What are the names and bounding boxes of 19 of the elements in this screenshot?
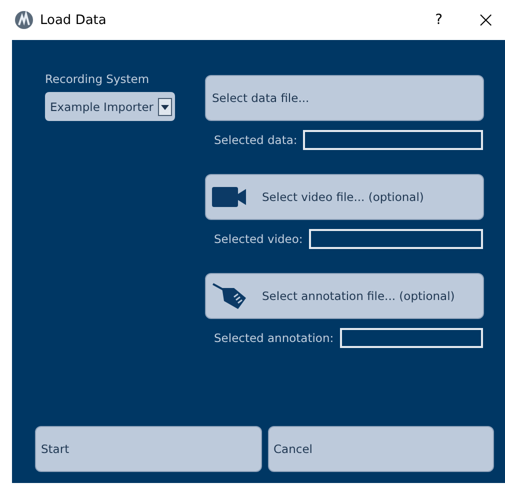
selected-file-label: Selected annotation: — [214, 331, 334, 345]
annotation-file-button[interactable]: Select annotation file... (optional) — [205, 273, 484, 319]
selected-file-label: Selected data: — [214, 133, 298, 147]
video-camera-icon — [212, 185, 248, 209]
close-button[interactable]: × — [476, 8, 495, 32]
selected-file-label: Selected video: — [214, 232, 303, 246]
app-logo-icon — [14, 10, 34, 30]
recording-system-label: Recording System — [45, 72, 150, 86]
start-button[interactable]: Start — [35, 426, 262, 472]
tag-icon — [212, 282, 248, 310]
selected-file-field[interactable] — [308, 229, 483, 249]
selected-file-field[interactable] — [340, 328, 483, 348]
cancel-button[interactable]: Cancel — [268, 426, 494, 472]
selected-file-field[interactable] — [303, 130, 483, 150]
video-file-button[interactable]: Select video file... (optional) — [205, 174, 484, 220]
help-button[interactable]: ? — [435, 12, 443, 28]
recording-system-dropdown[interactable]: Example Importer — [45, 92, 175, 121]
data-file-button[interactable]: Select data file... — [205, 75, 484, 121]
window-title: Load Data — [40, 12, 108, 28]
